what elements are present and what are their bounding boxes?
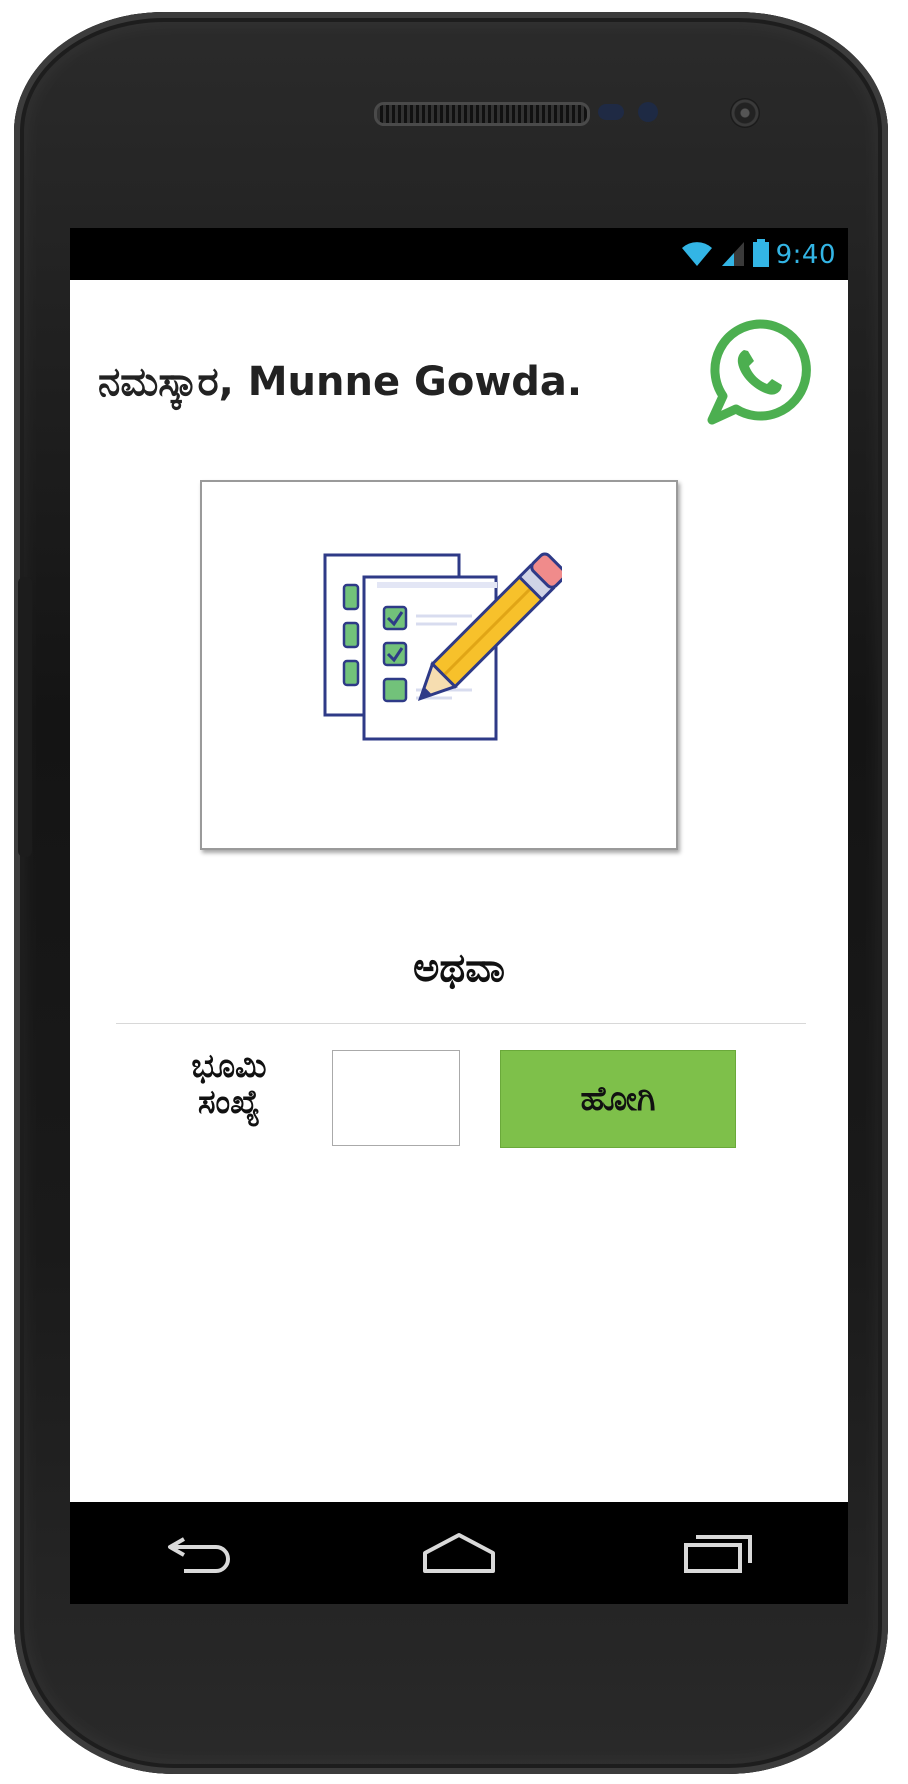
earpiece-speaker xyxy=(374,102,590,126)
greeting-text: ನಮಸ್ಕಾರ, Munne Gowda. xyxy=(98,359,583,405)
battery-icon xyxy=(752,238,770,272)
whatsapp-icon[interactable] xyxy=(704,316,816,428)
status-icons: 9:40 xyxy=(680,238,836,272)
proximity-sensor xyxy=(598,104,624,120)
go-button[interactable]: ಹೋಗಿ xyxy=(500,1050,736,1148)
home-icon[interactable] xyxy=(414,1523,504,1583)
phone-screen: 9:40 ನಮಸ್ಕಾರ, Munne Gowda. ಅಥವಾ ಭೂಮಿ ಸಂಖ… xyxy=(70,228,848,1604)
land-label-line1: ಭೂಮಿ xyxy=(191,1046,267,1085)
status-bar: 9:40 xyxy=(70,228,848,280)
land-label-line2: ಸಂಖ್ಯೆ xyxy=(197,1082,261,1121)
land-number-input[interactable] xyxy=(332,1050,460,1146)
or-label: ಅಥವಾ xyxy=(413,945,505,991)
side-volume-button xyxy=(18,577,32,857)
signal-icon xyxy=(720,238,746,272)
status-time: 9:40 xyxy=(775,240,836,270)
app-content: ನಮಸ್ಕಾರ, Munne Gowda. ಅಥವಾ ಭೂಮಿ ಸಂಖ್ಯೆ ಹ… xyxy=(70,280,848,1502)
navigation-bar xyxy=(70,1502,848,1604)
checklist-pencil-icon xyxy=(323,552,562,741)
divider xyxy=(116,1023,806,1024)
light-sensor xyxy=(638,102,658,122)
land-number-label: ಭೂಮಿ ಸಂಖ್ಯೆ xyxy=(154,1048,304,1120)
wifi-icon xyxy=(680,238,714,272)
survey-form-card[interactable] xyxy=(200,480,678,850)
front-camera-icon xyxy=(730,98,760,128)
back-icon[interactable] xyxy=(155,1523,245,1583)
recent-apps-icon[interactable] xyxy=(673,1523,763,1583)
